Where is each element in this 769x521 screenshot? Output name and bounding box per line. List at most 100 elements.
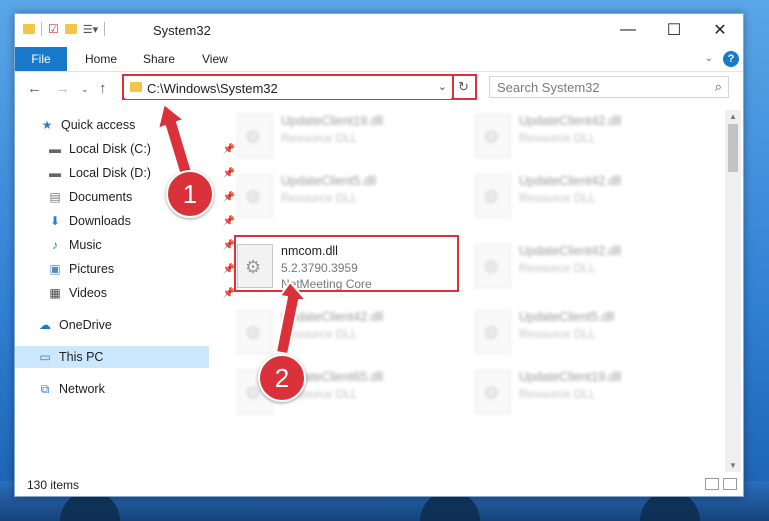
file-description: Resource DLL	[519, 327, 596, 341]
sidebar-item-label: Local Disk (C:)	[69, 142, 151, 156]
navigation-pane: ★ Quick access ▬ Local Disk (C:) 📌 ▬ Loc…	[15, 110, 235, 470]
address-row: ← → ⌄ ↑ C:\Windows\System32 ⌄ ↻ Search S…	[15, 72, 743, 106]
file-item[interactable]: UpdateClient19.dll Resource DLL	[473, 366, 703, 420]
folder-icon	[130, 82, 142, 92]
tab-home[interactable]: Home	[85, 52, 117, 66]
file-description: Resource DLL	[519, 191, 596, 205]
dll-file-icon	[475, 310, 511, 354]
file-item[interactable]: UpdateClient42.dll Resource DLL	[235, 306, 465, 360]
scroll-up-icon[interactable]: ▲	[729, 112, 737, 121]
sidebar-item-videos[interactable]: ▦ Videos 📌	[15, 282, 241, 304]
search-box[interactable]: Search System32 ⌕	[489, 76, 729, 98]
sidebar-item-label: Network	[59, 382, 105, 396]
drive-icon: ▬	[49, 142, 61, 156]
file-name: UpdateClient5.dll	[281, 174, 377, 188]
search-input[interactable]: Search System32	[497, 80, 600, 95]
details-view-icon[interactable]	[705, 478, 719, 490]
dll-file-icon	[237, 114, 273, 158]
callout-badge-one: 1	[166, 170, 214, 218]
sidebar-item-music[interactable]: ♪ Music 📌	[15, 234, 241, 256]
sidebar-item-local-disk-c[interactable]: ▬ Local Disk (C:) 📌	[15, 138, 241, 160]
videos-icon: ▦	[49, 286, 61, 300]
view-toggle	[705, 478, 737, 490]
file-item[interactable]: UpdateClient19.dll Resource DLL	[235, 110, 465, 164]
file-item[interactable]: UpdateClient42.dll Resource DLL	[473, 170, 703, 224]
sidebar-item-quick-access[interactable]: ★ Quick access	[15, 114, 233, 136]
minimize-button[interactable]: —	[605, 14, 651, 46]
file-description: Resource DLL	[519, 261, 596, 275]
dll-file-icon	[475, 370, 511, 414]
file-item[interactable]: UpdateClient5.dll Resource DLL	[473, 306, 703, 360]
file-name: UpdateClient42.dll	[519, 174, 622, 188]
up-arrow-icon[interactable]: ↑	[99, 80, 107, 97]
tab-view[interactable]: View	[202, 52, 228, 66]
file-description: Resource DLL	[281, 131, 358, 145]
recent-locations-icon[interactable]: ⌄	[81, 84, 89, 95]
sidebar-item-label: Pictures	[69, 262, 115, 276]
status-bar: 130 items	[15, 474, 743, 496]
vertical-scrollbar[interactable]: ▲ ▼	[725, 110, 741, 472]
help-icon[interactable]: ?	[723, 51, 739, 67]
divider	[452, 76, 454, 98]
file-item[interactable]: UpdateClient42.dll Resource DLL	[473, 240, 703, 294]
callout-badge-two: 2	[258, 354, 306, 402]
file-description: Resource DLL	[281, 191, 358, 205]
toolbar-separator	[104, 22, 106, 36]
sidebar-item-this-pc[interactable]: ▭ This PC	[15, 346, 209, 368]
sidebar-item-label: Videos	[69, 286, 107, 300]
dll-file-icon	[475, 174, 511, 218]
sidebar-item-network[interactable]: ⧉ Network	[15, 378, 231, 400]
window-title: System32	[153, 23, 211, 38]
new-folder-icon[interactable]	[64, 24, 77, 34]
file-highlight-box	[234, 235, 459, 292]
item-count: 130 items	[27, 478, 80, 492]
computer-icon: ▭	[39, 350, 51, 364]
properties-icon[interactable]: ☑	[48, 22, 59, 36]
search-icon[interactable]: ⌕	[715, 79, 722, 95]
sidebar-item-label: Quick access	[61, 118, 136, 132]
close-button[interactable]: ✕	[697, 14, 743, 46]
tab-file[interactable]: File	[15, 47, 67, 71]
dll-file-icon	[475, 244, 511, 288]
dll-file-icon	[237, 310, 273, 354]
file-description: Resource DLL	[281, 327, 358, 341]
downloads-icon: ⬇	[49, 214, 61, 228]
maximize-button[interactable]: ☐	[651, 14, 697, 46]
file-name: UpdateClient5.dll	[519, 310, 615, 324]
folder-icon	[23, 24, 35, 34]
sidebar-item-onedrive[interactable]: ☁ OneDrive	[15, 314, 231, 336]
music-icon: ♪	[52, 238, 58, 252]
refresh-icon[interactable]: ↻	[458, 79, 469, 95]
large-icons-view-icon[interactable]	[723, 478, 737, 490]
back-arrow-icon[interactable]: ←	[27, 80, 42, 97]
sidebar-item-label: OneDrive	[59, 318, 112, 332]
sidebar-item-label: This PC	[59, 350, 104, 364]
sidebar-item-label: Downloads	[69, 214, 131, 228]
documents-icon: ▤	[49, 190, 61, 204]
file-item[interactable]: UpdateClient42.dll Resource DLL	[473, 110, 703, 164]
star-icon: ★	[41, 118, 53, 132]
scroll-down-icon[interactable]: ▼	[729, 461, 737, 470]
sidebar-item-label: Music	[69, 238, 102, 252]
file-description: Resource DLL	[519, 387, 596, 401]
quick-access-toolbar: ☑ ☰▾	[23, 22, 106, 36]
chevron-down-icon[interactable]: ⌄	[438, 80, 447, 93]
drive-icon: ▬	[49, 166, 61, 180]
cloud-icon: ☁	[39, 318, 51, 332]
file-item[interactable]: UpdateClient5.dll Resource DLL	[235, 170, 465, 224]
file-name: UpdateClient42.dll	[519, 114, 622, 128]
sidebar-item-pictures[interactable]: ▣ Pictures 📌	[15, 258, 241, 280]
chevron-down-icon[interactable]: ⌄	[705, 53, 713, 64]
tab-share[interactable]: Share	[143, 52, 175, 66]
title-bar: ☑ ☰▾ System32 — ☐ ✕	[15, 14, 743, 46]
address-path: C:\Windows\System32	[147, 81, 278, 96]
customize-icon[interactable]: ☰▾	[83, 23, 98, 36]
dll-file-icon	[237, 174, 273, 218]
file-description: Resource DLL	[519, 131, 596, 145]
toolbar-separator	[41, 22, 42, 36]
sidebar-item-downloads[interactable]: ⬇ Downloads 📌	[15, 210, 241, 232]
address-bar[interactable]: C:\Windows\System32 ⌄	[125, 77, 451, 99]
scrollbar-thumb[interactable]	[728, 124, 738, 172]
forward-arrow-icon[interactable]: →	[55, 80, 70, 97]
sidebar-item-label: Documents	[69, 190, 133, 204]
